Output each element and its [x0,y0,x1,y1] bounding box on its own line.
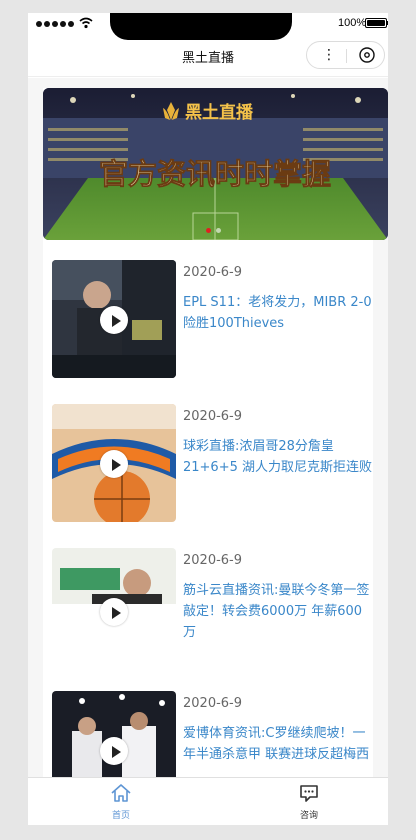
battery-icon [365,18,388,28]
content-area: 黑土直播 官方资讯时时掌握 2020-6-9 EPL S11：老将发力，MIBR… [28,78,388,777]
bottom-tab-bar: 首页 咨询 [28,777,388,825]
phone-screen: 100% 黑土直播 ⋮ 黑土直播 官方资讯时时掌握 2020-6-9 EPL S… [28,13,388,825]
stadium-banner-image: 黑土直播 官方资讯时时掌握 [43,88,388,240]
banner-slogan: 官方资讯时时掌握 [99,157,331,191]
news-date: 2020-6-9 [183,265,243,280]
close-circle-icon[interactable] [358,46,376,64]
news-thumbnail[interactable] [52,260,176,378]
news-date: 2020-6-9 [183,696,243,711]
news-title[interactable]: 筋斗云直播资讯:曼联今冬第一签敲定！转会费6000万 年薪600万 [183,580,373,643]
tab-consult[interactable]: 咨询 [269,782,349,821]
news-title[interactable]: EPL S11：老将发力，MIBR 2-0险胜100Thieves [183,292,373,334]
wifi-icon [79,17,93,29]
capsule-divider [346,49,347,63]
chat-icon [300,785,318,802]
banner-carousel[interactable]: 黑土直播 官方资讯时时掌握 [43,88,388,240]
status-bar: 100% [28,13,388,41]
news-title[interactable]: 球彩直播:浓眉哥28分詹皇21+6+5 湖人力取尼克斯拒连败 [183,436,373,478]
nav-bar: 黑土直播 ⋮ [28,41,388,77]
mini-program-capsule: ⋮ [306,41,385,69]
home-icon [111,784,131,802]
news-date: 2020-6-9 [183,409,243,424]
tab-home[interactable]: 首页 [81,782,161,821]
news-date: 2020-6-9 [183,553,243,568]
signal-icon [36,21,74,27]
battery-percent: 100% [338,17,367,29]
camera-notch [110,13,292,40]
carousel-dot[interactable] [216,228,221,233]
news-item[interactable]: 2020-6-9 球彩直播:浓眉哥28分詹皇21+6+5 湖人力取尼克斯拒连败 [52,404,372,524]
more-icon[interactable]: ⋮ [319,45,339,65]
news-thumbnail[interactable] [52,548,176,666]
carousel-indicators [206,228,221,233]
news-item[interactable]: 2020-6-9 爱博体育资讯:C罗继续爬坡！一年半通杀意甲 联赛进球反超梅西 [52,691,372,777]
news-thumbnail[interactable] [52,691,176,777]
carousel-dot-active[interactable] [206,228,211,233]
news-item[interactable]: 2020-6-9 EPL S11：老将发力，MIBR 2-0险胜100Thiev… [52,260,372,380]
banner-logo-text: 黑土直播 [185,102,254,123]
play-icon[interactable] [100,737,128,765]
tab-consult-label: 咨询 [299,811,318,821]
news-title[interactable]: 爱博体育资讯:C罗继续爬坡！一年半通杀意甲 联赛进球反超梅西 [183,723,373,765]
news-thumbnail[interactable] [52,404,176,522]
play-icon[interactable] [100,598,128,626]
news-panel: 黑土直播 官方资讯时时掌握 2020-6-9 EPL S11：老将发力，MIBR… [43,88,388,777]
play-icon[interactable] [100,306,128,334]
news-item[interactable]: 2020-6-9 筋斗云直播资讯:曼联今冬第一签敲定！转会费6000万 年薪60… [52,548,372,668]
tab-home-label: 首页 [111,811,130,821]
play-icon[interactable] [100,450,128,478]
